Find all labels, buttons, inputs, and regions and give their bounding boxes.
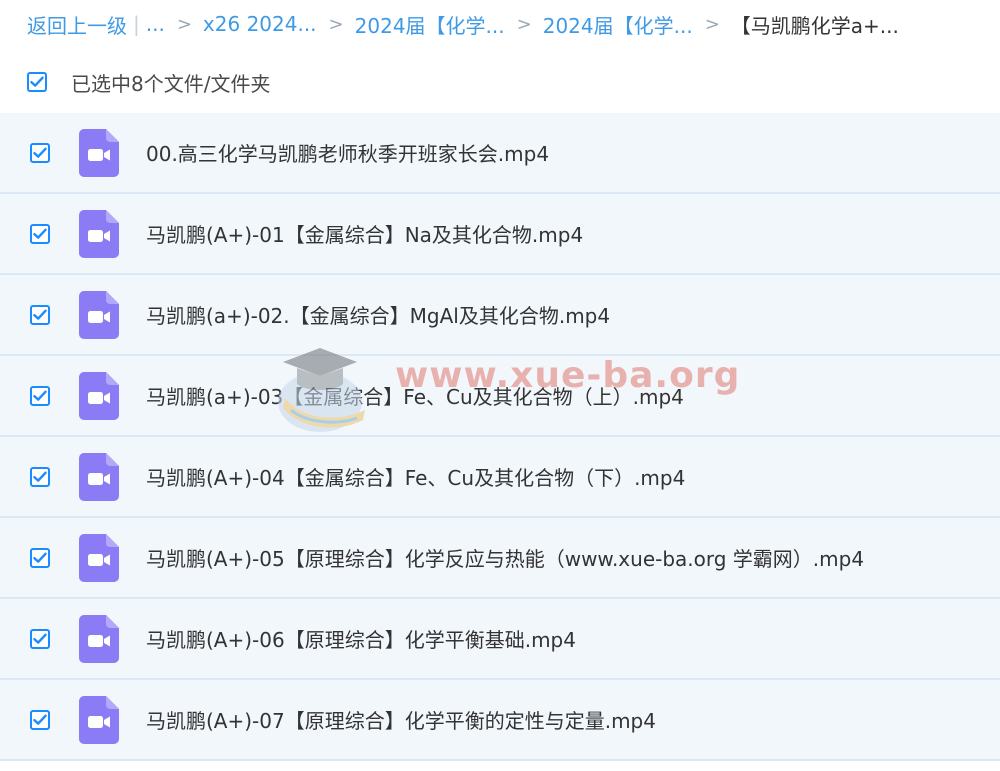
video-file-icon [79, 614, 119, 663]
breadcrumb-ellipsis[interactable]: ... [146, 12, 165, 36]
file-checkbox[interactable] [30, 385, 50, 406]
video-file-icon [79, 128, 119, 177]
checkmark-icon [33, 633, 47, 644]
file-name[interactable]: 马凯鹏(A+)-05【原理综合】化学反应与热能（www.xue-ba.org 学… [146, 543, 864, 572]
breadcrumb-item[interactable]: 2024届【化学... [355, 10, 505, 39]
file-checkbox[interactable] [30, 466, 50, 487]
breadcrumb-separator: > [328, 13, 344, 35]
breadcrumb-divider: | [133, 12, 140, 36]
breadcrumb-current: 【马凯鹏化学a+... [730, 13, 899, 38]
breadcrumb-separator: > [704, 13, 720, 35]
file-row[interactable]: 00.高三化学马凯鹏老师秋季开班家长会.mp4 [0, 113, 1000, 194]
file-name[interactable]: 马凯鹏(A+)-07【原理综合】化学平衡的定性与定量.mp4 [146, 705, 656, 734]
file-name[interactable]: 马凯鹏(a+)-03【金属综合】Fe、Cu及其化合物（上）.mp4 [146, 381, 684, 410]
file-name[interactable]: 马凯鹏(a+)-02.【金属综合】MgAl及其化合物.mp4 [146, 300, 610, 329]
checkmark-icon [33, 552, 47, 563]
breadcrumb: 返回上一级 | ... > x26 2024... > 2024届【化学... … [27, 10, 899, 38]
select-all-row: 已选中8个文件/文件夹 [27, 68, 270, 96]
breadcrumb-item[interactable]: x26 2024... [203, 12, 317, 36]
video-file-icon [79, 371, 119, 420]
video-file-icon [79, 452, 119, 501]
file-checkbox[interactable] [30, 709, 50, 730]
file-row[interactable]: 马凯鹏(A+)-01【金属综合】Na及其化合物.mp4 [0, 194, 1000, 275]
file-row[interactable]: 马凯鹏(A+)-05【原理综合】化学反应与热能（www.xue-ba.org 学… [0, 518, 1000, 599]
video-file-icon [79, 290, 119, 339]
checkmark-icon [33, 714, 47, 725]
file-row[interactable]: 马凯鹏(A+)-06【原理综合】化学平衡基础.mp4 [0, 599, 1000, 680]
file-list: 00.高三化学马凯鹏老师秋季开班家长会.mp4 马凯鹏(A+)-01【金属综合】… [0, 113, 1000, 761]
selection-count-label: 已选中8个文件/文件夹 [71, 71, 271, 96]
checkmark-icon [33, 471, 47, 482]
file-row[interactable]: 马凯鹏(a+)-03【金属综合】Fe、Cu及其化合物（上）.mp4 [0, 356, 1000, 437]
checkmark-icon [33, 228, 47, 239]
file-checkbox[interactable] [30, 628, 50, 649]
video-file-icon [79, 533, 119, 582]
file-checkbox[interactable] [30, 142, 50, 163]
breadcrumb-item[interactable]: 2024届【化学... [543, 10, 693, 39]
file-name[interactable]: 马凯鹏(A+)-04【金属综合】Fe、Cu及其化合物（下）.mp4 [146, 462, 685, 491]
file-checkbox[interactable] [30, 223, 50, 244]
back-link[interactable]: 返回上一级 [27, 10, 127, 39]
file-checkbox[interactable] [30, 304, 50, 325]
file-checkbox[interactable] [30, 547, 50, 568]
checkmark-icon [33, 309, 47, 320]
select-all-checkbox[interactable] [27, 72, 47, 92]
video-file-icon [79, 695, 119, 744]
file-name[interactable]: 00.高三化学马凯鹏老师秋季开班家长会.mp4 [146, 138, 549, 167]
breadcrumb-separator: > [176, 13, 192, 35]
file-browser: 返回上一级 | ... > x26 2024... > 2024届【化学... … [0, 0, 1000, 771]
file-row[interactable]: 马凯鹏(a+)-02.【金属综合】MgAl及其化合物.mp4 [0, 275, 1000, 356]
checkmark-icon [30, 76, 44, 87]
file-name[interactable]: 马凯鹏(A+)-06【原理综合】化学平衡基础.mp4 [146, 624, 576, 653]
checkmark-icon [33, 147, 47, 158]
breadcrumb-separator: > [516, 13, 532, 35]
file-row[interactable]: 马凯鹏(A+)-04【金属综合】Fe、Cu及其化合物（下）.mp4 [0, 437, 1000, 518]
file-name[interactable]: 马凯鹏(A+)-01【金属综合】Na及其化合物.mp4 [146, 219, 583, 248]
file-row[interactable]: 马凯鹏(A+)-07【原理综合】化学平衡的定性与定量.mp4 [0, 680, 1000, 761]
video-file-icon [79, 209, 119, 258]
checkmark-icon [33, 390, 47, 401]
